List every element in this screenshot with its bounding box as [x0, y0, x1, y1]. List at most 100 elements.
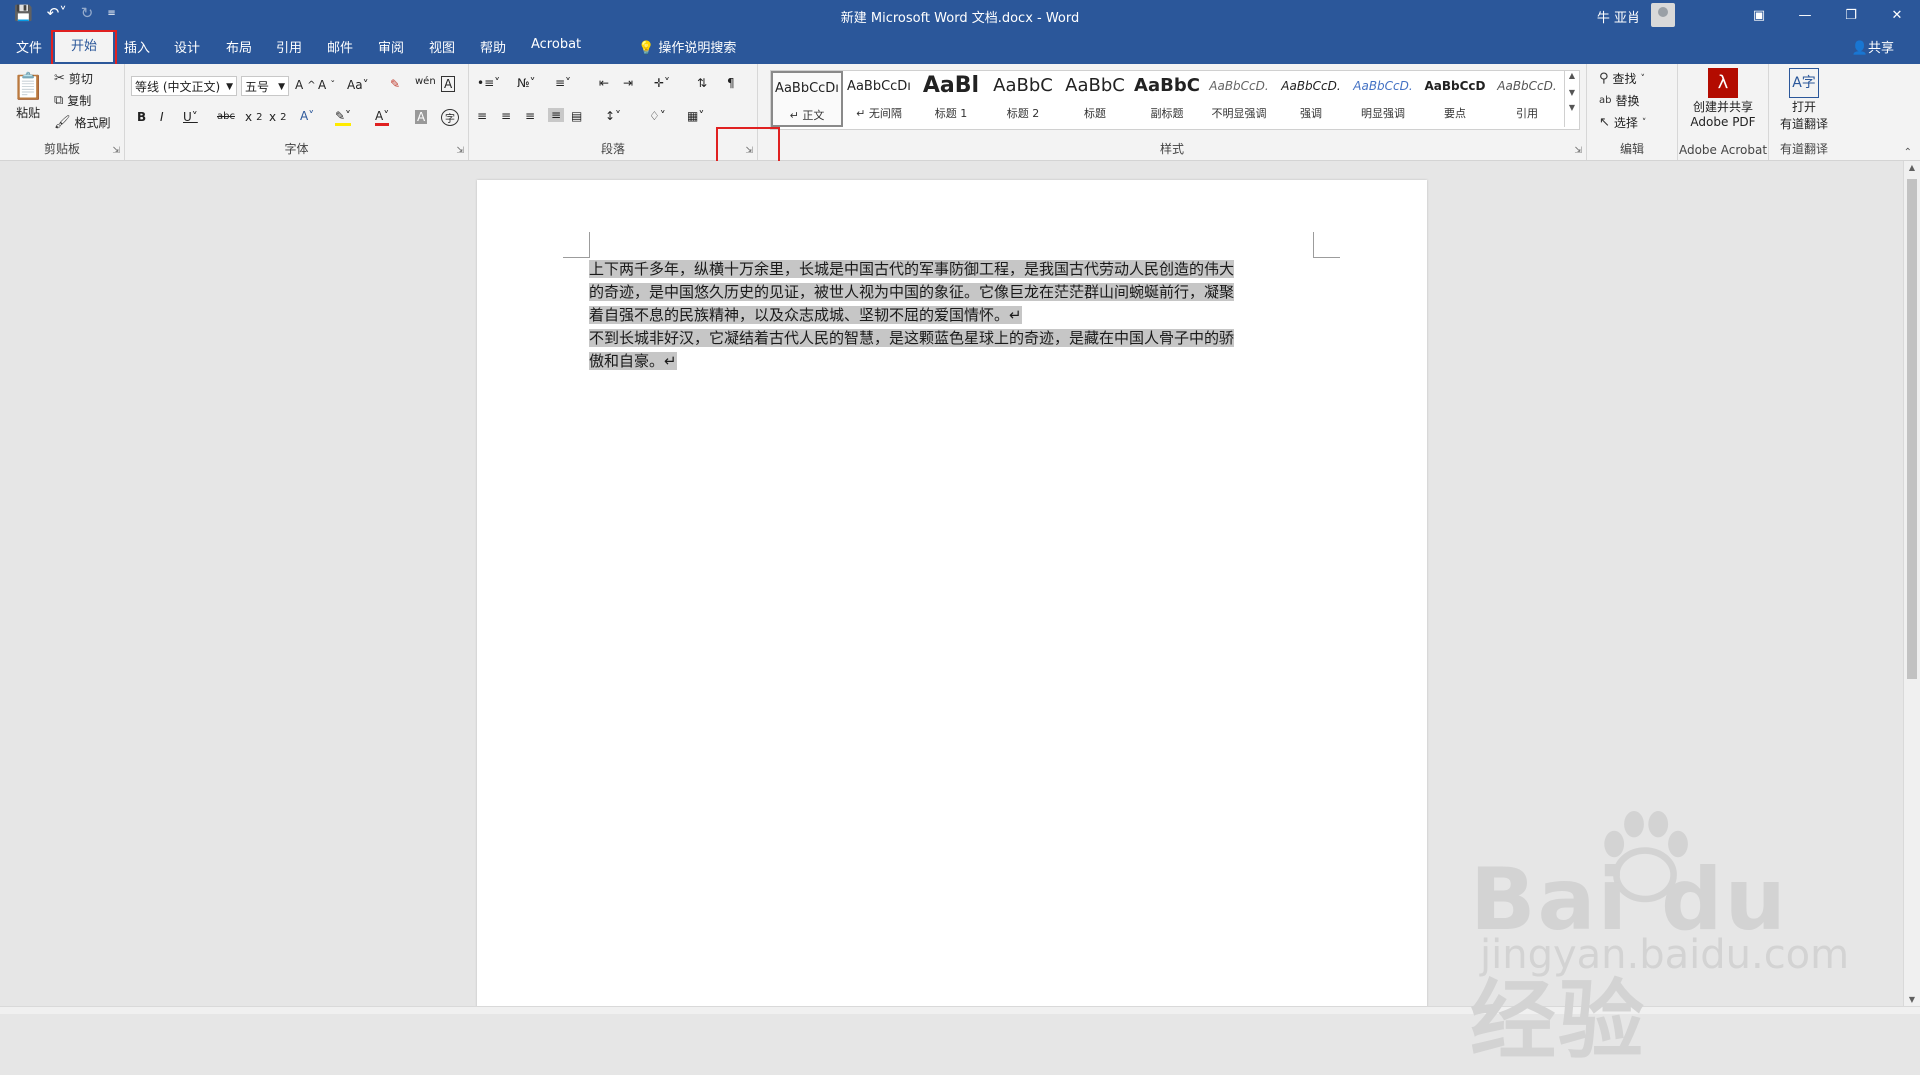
- document-page[interactable]: 上下两千多年，纵横十万余里，长城是中国古代的军事防御工程，是我国古代劳动人民创造…: [477, 180, 1427, 1010]
- grow-font-icon[interactable]: A ^: [295, 78, 316, 92]
- styles-gallery-scroll[interactable]: ▲ ▼ ▼: [1564, 71, 1579, 127]
- char-shading-icon[interactable]: A: [415, 110, 428, 124]
- tab-acrobat[interactable]: Acrobat: [531, 37, 581, 52]
- shading-icon[interactable]: ♢˅: [649, 109, 666, 123]
- font-size-select[interactable]: 五号 ▼: [241, 76, 289, 96]
- paragraph-2[interactable]: 不到长城非好汉，它凝结着古代人民的智慧，是这颗蓝色星球上的奇迹，是藏在中国人骨子…: [589, 327, 1313, 373]
- style-heading2[interactable]: AaBbC 标题 2: [987, 71, 1059, 127]
- show-marks-icon[interactable]: ¶: [727, 76, 735, 90]
- bullets-icon[interactable]: •≡˅: [477, 76, 500, 90]
- minimize-icon[interactable]: —: [1782, 0, 1828, 30]
- ribbon-display-icon[interactable]: ▣: [1736, 0, 1782, 30]
- style-strong[interactable]: AaBbCcD 要点: [1419, 71, 1491, 127]
- align-left-icon[interactable]: ≡: [477, 109, 487, 123]
- align-center-icon[interactable]: ≡: [501, 109, 511, 123]
- bold-icon[interactable]: B: [137, 110, 146, 124]
- borders-icon[interactable]: ▦˅: [687, 109, 704, 123]
- increase-indent-icon[interactable]: ⇥: [623, 76, 633, 90]
- cut-button[interactable]: ✂ 剪切: [54, 70, 93, 87]
- user-name[interactable]: 牛 亚肖: [1597, 7, 1640, 26]
- style-normal[interactable]: AaBbCcDı ↵ 正文: [771, 71, 843, 127]
- style-name: ↵ 正文: [789, 109, 825, 122]
- font-color-icon[interactable]: A˅: [375, 109, 390, 126]
- strikethrough-icon[interactable]: abc: [217, 111, 235, 122]
- line-spacing-icon[interactable]: ↕˅: [605, 109, 621, 123]
- style-title[interactable]: AaBbC 标题: [1059, 71, 1131, 127]
- brush-icon: 🖌: [54, 115, 71, 130]
- superscript-icon[interactable]: x2: [269, 110, 286, 124]
- justify-icon[interactable]: ≡: [548, 108, 565, 122]
- copy-button[interactable]: ⧉ 复制: [54, 92, 91, 109]
- numbering-icon[interactable]: №˅: [517, 76, 535, 90]
- copy-label: 复制: [67, 94, 92, 108]
- align-right-icon[interactable]: ≡: [525, 109, 535, 123]
- format-painter-button[interactable]: 🖌 格式刷: [54, 114, 111, 131]
- replace-button[interactable]: ab 替换: [1599, 92, 1640, 109]
- font-name-select[interactable]: 等线 (中文正文) ▼: [131, 76, 237, 96]
- scroll-down-icon[interactable]: ▼: [1904, 995, 1920, 1004]
- style-quote[interactable]: AaBbCcD. 引用: [1491, 71, 1563, 127]
- style-subtle-emphasis[interactable]: AaBbCcD. 不明显强调: [1203, 71, 1275, 127]
- clear-format-icon[interactable]: ✎: [390, 77, 400, 91]
- paragraph-group: •≡˅ №˅ ≡˅ ⇤ ⇥ ✛˅ ⇅ ¶ ≡ ≡ ≡ ≡ ▤ ↕˅ ♢˅ ▦˅ …: [469, 64, 758, 160]
- style-subtitle[interactable]: AaBbC 副标题: [1131, 71, 1203, 127]
- cursor-icon: ↖: [1599, 115, 1610, 130]
- phonetic-guide-icon[interactable]: wén: [415, 76, 436, 87]
- italic-icon[interactable]: I: [160, 110, 164, 124]
- tab-help[interactable]: 帮助: [480, 37, 506, 56]
- chinese-layout-icon[interactable]: ✛˅: [654, 76, 670, 90]
- style-heading1[interactable]: AaBl 标题 1: [915, 71, 987, 127]
- clipboard-launcher-icon[interactable]: ⇲: [112, 146, 120, 156]
- create-pdf-button[interactable]: λ 创建并共享 Adobe PDF: [1678, 68, 1768, 129]
- chevron-down-icon[interactable]: ▼: [1565, 88, 1579, 97]
- paragraph-1[interactable]: 上下两千多年，纵横十万余里，长城是中国古代的军事防御工程，是我国古代劳动人民创造…: [589, 258, 1313, 327]
- decrease-indent-icon[interactable]: ⇤: [599, 76, 609, 90]
- tab-view[interactable]: 视图: [429, 37, 455, 56]
- scroll-up-icon[interactable]: ▲: [1904, 163, 1920, 172]
- style-name: 强调: [1300, 107, 1322, 120]
- restore-icon[interactable]: ❐: [1828, 0, 1874, 30]
- find-button[interactable]: ⚲ 查找 ˅: [1599, 70, 1645, 87]
- chevron-down-icon: ▼: [278, 82, 285, 92]
- style-intense-emphasis[interactable]: AaBbCcD. 明显强调: [1347, 71, 1419, 127]
- open-translate-button[interactable]: A字 打开 有道翻译: [1769, 68, 1839, 132]
- char-border-icon[interactable]: A: [441, 76, 456, 92]
- tab-file[interactable]: 文件: [16, 37, 42, 56]
- subscript-icon[interactable]: x2: [245, 110, 262, 124]
- tab-design[interactable]: 设计: [174, 37, 200, 56]
- style-no-spacing[interactable]: AaBbCcDı ↵ 无间隔: [843, 71, 915, 127]
- font-launcher-icon[interactable]: ⇲: [456, 146, 464, 156]
- more-icon[interactable]: ▼: [1565, 103, 1579, 112]
- editing-group-label: 编辑: [1619, 142, 1644, 156]
- collapse-ribbon-icon[interactable]: ⌃: [1904, 147, 1912, 158]
- multilevel-list-icon[interactable]: ≡˅: [555, 76, 571, 90]
- shrink-font-icon[interactable]: Aˇ: [318, 78, 335, 92]
- close-icon[interactable]: ✕: [1874, 0, 1920, 30]
- scroll-thumb[interactable]: [1907, 179, 1917, 679]
- change-case-icon[interactable]: Aa˅: [347, 78, 369, 92]
- chevron-up-icon[interactable]: ▲: [1565, 71, 1579, 80]
- tell-me-search[interactable]: 💡 操作说明搜索: [638, 37, 736, 56]
- tab-insert[interactable]: 插入: [124, 37, 150, 56]
- text-effects-icon[interactable]: A˅: [300, 109, 314, 123]
- tab-mailings[interactable]: 邮件: [327, 37, 353, 56]
- underline-icon[interactable]: U˅: [183, 110, 198, 124]
- enclose-char-icon[interactable]: 字: [441, 109, 459, 126]
- select-button[interactable]: ↖ 选择 ˅: [1599, 114, 1646, 131]
- replace-icon: ab: [1599, 95, 1612, 106]
- avatar[interactable]: [1651, 3, 1675, 27]
- distributed-icon[interactable]: ▤: [571, 109, 582, 123]
- style-emphasis[interactable]: AaBbCcD. 强调: [1275, 71, 1347, 127]
- share-button[interactable]: 👤共享: [1852, 37, 1894, 56]
- tab-review[interactable]: 审阅: [378, 37, 404, 56]
- style-sample: AaBbC: [1134, 75, 1200, 96]
- vertical-scrollbar[interactable]: ▲ ▼: [1903, 161, 1920, 1006]
- tab-references[interactable]: 引用: [276, 37, 302, 56]
- translate-group-label: 有道翻译: [1779, 142, 1828, 156]
- paste-button[interactable]: 📋 粘贴: [12, 72, 44, 121]
- styles-launcher-icon[interactable]: ⇲: [1574, 146, 1582, 156]
- sort-icon[interactable]: ⇅: [697, 76, 707, 90]
- tell-me-label: 操作说明搜索: [658, 41, 737, 56]
- highlight-icon[interactable]: ✎˅: [335, 109, 352, 126]
- tab-layout[interactable]: 布局: [226, 37, 252, 56]
